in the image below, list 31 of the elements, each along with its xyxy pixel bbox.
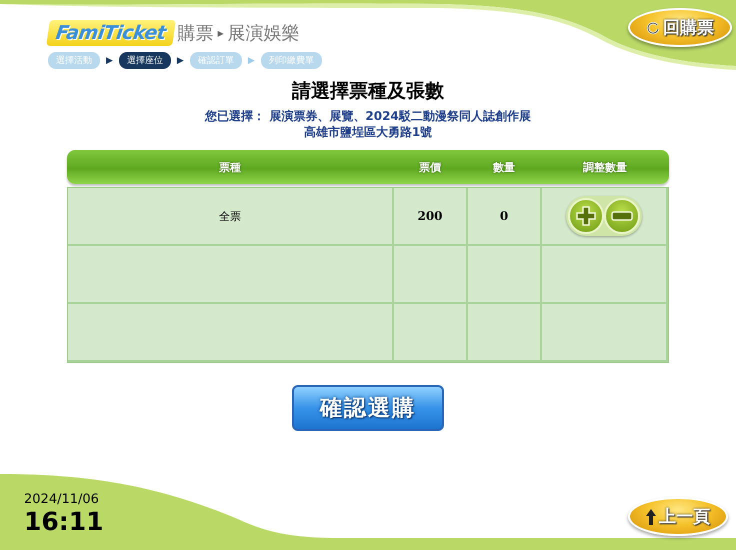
page-title: 請選擇票種及張數 <box>292 79 444 104</box>
step-indicator: 選擇座位 <box>118 52 171 69</box>
venue-address: 高雄市鹽埕區大勇路1號 <box>302 124 434 140</box>
step-arrow: ▶ <box>176 56 184 66</box>
increase-button[interactable] <box>568 198 604 234</box>
step-indicator: 確認訂單 <box>190 52 242 69</box>
selection-summary: 您已選擇： 展演票券、展覽、2024駁二動漫祭同人誌創作展 <box>205 108 531 124</box>
column-header: 票價 <box>418 160 442 174</box>
confirm-button[interactable]: 確認選購 <box>292 385 444 431</box>
step-indicator: 列印繳費單 <box>260 52 322 69</box>
breadcrumb-item: 展演娛樂 <box>228 22 300 45</box>
minus-icon <box>611 211 633 221</box>
step-arrow: ▶ <box>248 56 255 66</box>
ticket-type-cell: 全票 <box>68 188 394 246</box>
price-cell: 200 <box>394 188 468 246</box>
refresh-icon <box>646 20 660 34</box>
column-header: 調整數量 <box>582 160 628 174</box>
step-arrow: ▶ <box>106 56 113 66</box>
column-header: 數量 <box>492 160 516 174</box>
plus-icon <box>575 205 597 227</box>
famiticket-logo: FamiTicket <box>46 20 176 46</box>
current-time: 16:11 <box>24 507 104 536</box>
breadcrumb-item: 購票 <box>178 22 214 45</box>
current-date: 2024/11/06 <box>24 492 100 507</box>
breadcrumb-separator: ▸ <box>218 26 224 40</box>
quantity-cell: 0 <box>468 188 542 246</box>
step-indicator: 選擇活動 <box>48 52 100 69</box>
up-arrow-icon <box>646 508 656 524</box>
column-header: 票種 <box>218 160 242 174</box>
decrease-button[interactable] <box>604 198 640 234</box>
back-button[interactable]: 上一頁 <box>628 497 728 536</box>
